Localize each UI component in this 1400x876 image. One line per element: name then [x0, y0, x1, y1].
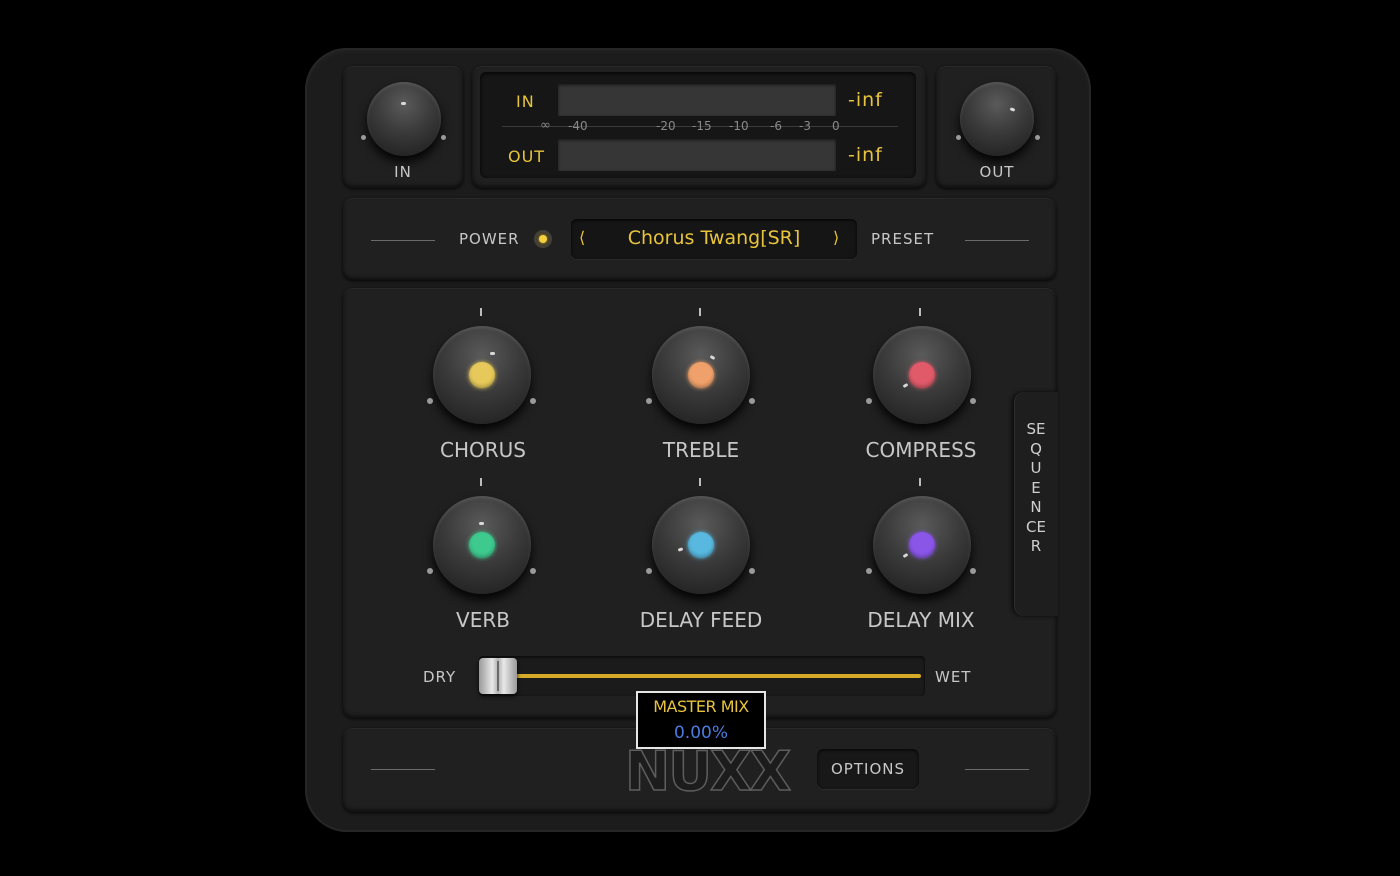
treble-knob[interactable] — [652, 326, 750, 424]
preset-bar-left-rule — [371, 240, 435, 241]
verb-top-tick — [480, 478, 482, 486]
output-gain-panel: OUT — [936, 66, 1056, 188]
delay-feed-label: DELAY FEED — [639, 608, 763, 632]
preset-selector[interactable]: ⟨ Chorus Twang[SR] ⟩ — [571, 219, 857, 259]
meter-out-label: OUT — [508, 147, 546, 166]
meter-scale-40: -40 — [568, 119, 588, 133]
meter-scale-20: -20 — [656, 119, 676, 133]
preset-bar-right-rule — [965, 240, 1029, 241]
meter-scale-0: 0 — [832, 119, 840, 133]
chorus-label: CHORUS — [440, 438, 526, 462]
preset-next-button[interactable]: ⟩ — [833, 228, 840, 247]
treble-label: TREBLE — [662, 438, 740, 462]
delay-mix-min-dot — [866, 568, 872, 574]
power-led[interactable] — [536, 232, 550, 246]
output-gain-max-dot — [1035, 135, 1040, 140]
verb-knob[interactable] — [433, 496, 531, 594]
effects-panel: CHORUS TREBLE COMPRESS VERB DELAY FEED D… — [343, 288, 1056, 718]
chorus-knob[interactable] — [433, 326, 531, 424]
sequencer-tab[interactable]: SEQUENCER — [1014, 392, 1058, 616]
delay-mix-max-dot — [970, 568, 976, 574]
plugin-window: IN IN -inf ∞ -40 -20 -15 -10 -6 -3 0 OUT… — [305, 48, 1091, 832]
meter-scale-inf: ∞ — [540, 118, 551, 133]
dry-label: DRY — [423, 668, 457, 686]
delay-feed-top-tick — [699, 478, 701, 486]
preset-bar: POWER ⟨ Chorus Twang[SR] ⟩ PRESET — [343, 198, 1056, 280]
preset-name: Chorus Twang[SR] — [627, 227, 801, 249]
master-mix-track[interactable] — [479, 656, 925, 696]
footer-right-rule — [965, 769, 1029, 770]
compress-label: COMPRESS — [865, 438, 977, 462]
master-mix-handle[interactable] — [479, 658, 517, 694]
footer-left-rule — [371, 769, 435, 770]
master-mix-tooltip: MASTER MIX 0.00% — [636, 691, 766, 749]
meter-out-value: -inf — [848, 144, 883, 166]
sequencer-tab-label: SEQUENCER — [1026, 420, 1046, 555]
delay-mix-label: DELAY MIX — [867, 608, 975, 632]
input-gain-max-dot — [441, 135, 446, 140]
verb-label: VERB — [456, 608, 510, 632]
delay-feed-knob[interactable] — [652, 496, 750, 594]
master-mix-tooltip-value: 0.00% — [673, 723, 728, 743]
meter-in-bar — [558, 84, 836, 116]
treble-min-dot — [646, 398, 652, 404]
delay-feed-max-dot — [749, 568, 755, 574]
input-gain-panel: IN — [343, 66, 463, 188]
treble-top-tick — [699, 308, 701, 316]
meter-in-label: IN — [516, 92, 535, 111]
output-gain-knob[interactable] — [960, 82, 1034, 156]
meter-scale-10: -10 — [729, 119, 749, 133]
options-button[interactable]: OPTIONS — [817, 749, 919, 789]
delay-mix-knob[interactable] — [873, 496, 971, 594]
nuxx-logo: NUXX — [624, 739, 792, 804]
chorus-top-tick — [480, 308, 482, 316]
options-button-label: OPTIONS — [831, 760, 905, 778]
output-gain-min-dot — [956, 135, 961, 140]
chorus-max-dot — [530, 398, 536, 404]
input-gain-min-dot — [361, 135, 366, 140]
meter-scale-3: -3 — [799, 119, 811, 133]
wet-label: WET — [935, 668, 972, 686]
power-label: POWER — [459, 230, 520, 248]
master-mix-fill — [497, 674, 921, 678]
treble-max-dot — [749, 398, 755, 404]
meter-panel: IN -inf ∞ -40 -20 -15 -10 -6 -3 0 OUT -i… — [472, 66, 926, 188]
delay-feed-min-dot — [646, 568, 652, 574]
compress-knob[interactable] — [873, 326, 971, 424]
meter-scale-15: -15 — [692, 119, 712, 133]
input-gain-knob[interactable] — [367, 82, 441, 156]
delay-mix-top-tick — [919, 478, 921, 486]
compress-max-dot — [970, 398, 976, 404]
output-gain-label: OUT — [979, 163, 1015, 181]
chorus-min-dot — [427, 398, 433, 404]
compress-min-dot — [866, 398, 872, 404]
verb-min-dot — [427, 568, 433, 574]
input-gain-label: IN — [394, 163, 412, 181]
master-mix-tooltip-title: MASTER MIX — [653, 697, 749, 716]
compress-top-tick — [919, 308, 921, 316]
preset-label: PRESET — [871, 230, 935, 248]
verb-max-dot — [530, 568, 536, 574]
meter-out-bar — [558, 139, 836, 171]
meter-scale-6: -6 — [770, 119, 782, 133]
meter-in-value: -inf — [848, 89, 883, 111]
preset-prev-button[interactable]: ⟨ — [579, 228, 586, 247]
